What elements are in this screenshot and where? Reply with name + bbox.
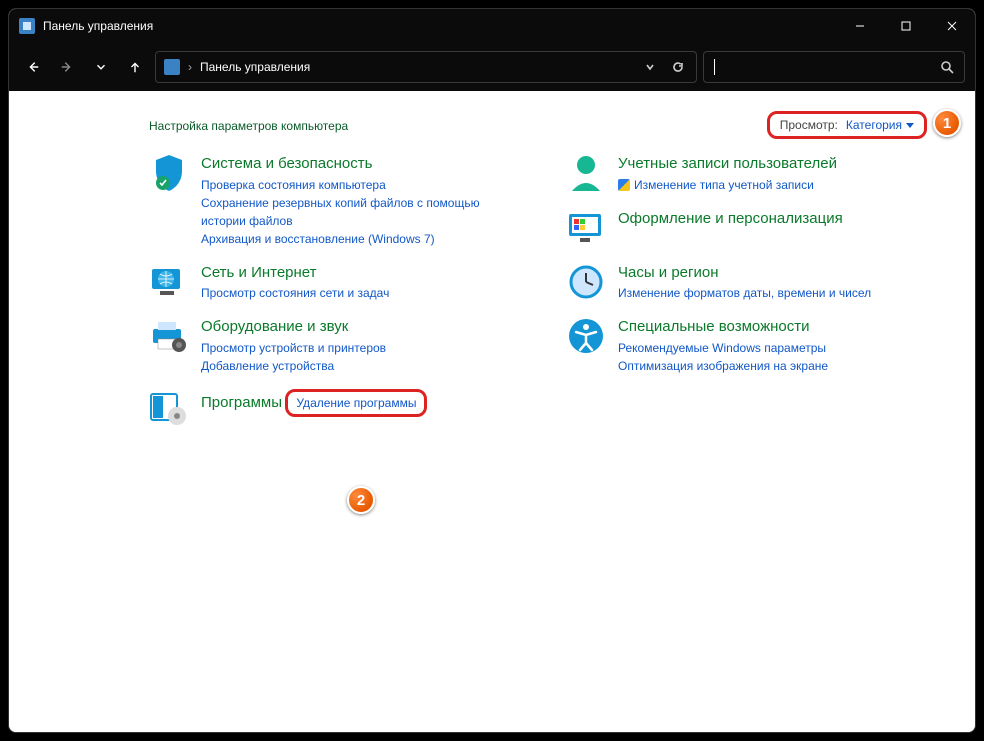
user-icon	[566, 153, 606, 193]
nav-recent-button[interactable]	[87, 53, 115, 81]
printer-icon	[149, 316, 189, 356]
category-link[interactable]: Изменение типа учетной записи	[618, 176, 837, 194]
globe-icon	[149, 262, 189, 302]
category-system-security: Система и безопасность Проверка состояни…	[149, 153, 518, 248]
category-hardware: Оборудование и звук Просмотр устройств и…	[149, 316, 518, 375]
nav-back-button[interactable]	[19, 53, 47, 81]
category-title[interactable]: Оборудование и звук	[201, 318, 348, 335]
category-accounts: Учетные записи пользователей Изменение т…	[566, 153, 935, 194]
view-by-value: Категория	[846, 118, 902, 132]
chevron-right-icon: ›	[188, 60, 192, 74]
accessibility-icon	[566, 316, 606, 356]
address-history-button[interactable]	[640, 57, 660, 77]
category-accessibility: Специальные возможности Рекомендуемые Wi…	[566, 316, 935, 375]
category-link[interactable]: Изменение форматов даты, времени и чисел	[618, 284, 871, 302]
breadcrumb-root[interactable]: Панель управления	[200, 60, 310, 74]
category-network: Сеть и Интернет Просмотр состояния сети …	[149, 262, 518, 303]
category-title[interactable]: Специальные возможности	[618, 318, 810, 335]
category-column-right: Учетные записи пользователей Изменение т…	[566, 153, 935, 443]
category-title[interactable]: Учетные записи пользователей	[618, 155, 837, 172]
clock-icon	[566, 262, 606, 302]
uninstall-program-link[interactable]: Удаление программы	[296, 394, 416, 412]
category-clock: Часы и регион Изменение форматов даты, в…	[566, 262, 935, 303]
category-appearance: Оформление и персонализация	[566, 208, 935, 248]
titlebar: Панель управления	[9, 9, 975, 43]
navbar: › Панель управления	[9, 43, 975, 91]
annotation-marker-2: 2	[347, 486, 375, 514]
category-link[interactable]: Просмотр состояния сети и задач	[201, 284, 389, 302]
minimize-button[interactable]	[837, 9, 883, 43]
category-link[interactable]: Проверка состояния компьютера	[201, 176, 518, 194]
category-link[interactable]: Архивация и восстановление (Windows 7)	[201, 230, 518, 248]
window-title: Панель управления	[43, 19, 153, 33]
category-link[interactable]: Добавление устройства	[201, 357, 386, 375]
category-link[interactable]: Просмотр устройств и принтеров	[201, 339, 386, 357]
control-panel-icon	[19, 18, 35, 34]
programs-icon	[149, 389, 189, 429]
category-link[interactable]: Сохранение резервных копий файлов с помо…	[201, 194, 518, 230]
category-link[interactable]: Рекомендуемые Windows параметры	[618, 339, 828, 357]
view-by-selector[interactable]: Просмотр: Категория	[767, 111, 927, 139]
nav-up-button[interactable]	[121, 53, 149, 81]
category-title[interactable]: Сеть и Интернет	[201, 264, 317, 281]
category-title[interactable]: Часы и регион	[618, 264, 719, 281]
shield-icon	[149, 153, 189, 193]
category-column-left: Система и безопасность Проверка состояни…	[149, 153, 518, 443]
content-area: Настройка параметров компьютера Просмотр…	[9, 91, 975, 732]
nav-forward-button[interactable]	[53, 53, 81, 81]
category-title[interactable]: Программы	[201, 394, 282, 411]
highlight-uninstall: Удаление программы	[285, 389, 427, 417]
category-title[interactable]: Оформление и персонализация	[618, 210, 843, 227]
close-button[interactable]	[929, 9, 975, 43]
category-link[interactable]: Оптимизация изображения на экране	[618, 357, 828, 375]
address-bar[interactable]: › Панель управления	[155, 51, 697, 83]
refresh-button[interactable]	[668, 57, 688, 77]
search-input[interactable]	[703, 51, 965, 83]
search-icon	[940, 60, 954, 74]
breadcrumb-root-icon	[164, 59, 180, 75]
text-cursor	[714, 59, 715, 75]
category-programs: Программы Удаление программы	[149, 389, 518, 429]
category-title[interactable]: Система и безопасность	[201, 155, 372, 172]
view-by-label: Просмотр:	[780, 118, 838, 132]
chevron-down-icon	[906, 121, 914, 129]
control-panel-window: Панель управления › Панель управления На…	[8, 8, 976, 733]
display-icon	[566, 208, 606, 248]
maximize-button[interactable]	[883, 9, 929, 43]
annotation-marker-1: 1	[933, 109, 961, 137]
